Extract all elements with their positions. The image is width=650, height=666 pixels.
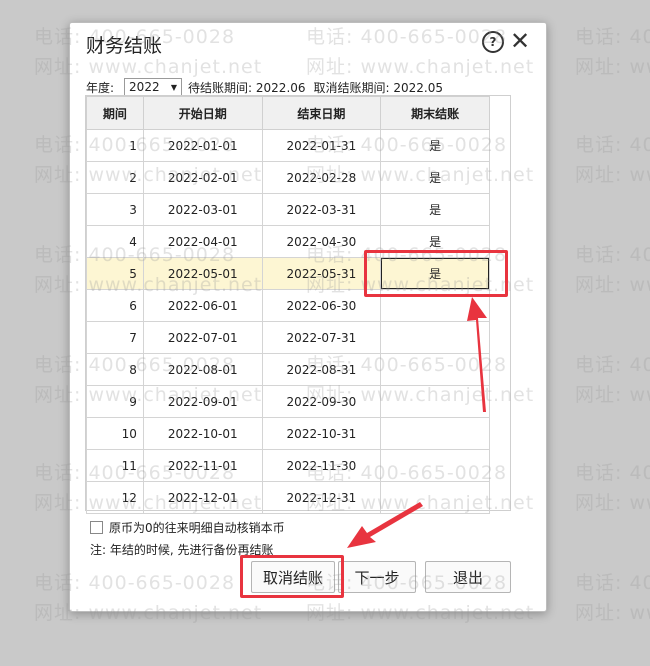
close-icon[interactable]: ✕ [510,27,530,55]
cell-start-date: 2022-03-01 [142,193,263,226]
table-row[interactable]: 1 2022-01-01 2022-01-31 是 [86,129,490,162]
cancel-period-text: 取消结账期间: 2022.05 [313,80,444,95]
cell-closed: 是 [380,161,490,194]
cell-start-date: 2022-08-01 [142,353,263,386]
year-label: 年度: [86,80,115,95]
cell-start-date: 2022-01-01 [142,129,263,162]
cell-closed [380,449,490,482]
annotation-highlight-closed-cell [364,250,508,297]
year-value: 2022 [129,80,160,94]
exit-button[interactable]: 退出 [425,561,511,593]
cell-start-date: 2022-04-01 [142,225,263,258]
cell-end-date: 2022-11-30 [261,449,382,482]
auto-writeoff-label: 原币为0的往来明细自动核销本币 [109,521,285,535]
cell-end-date: 2022-02-28 [261,161,382,194]
cell-start-date: 2022-09-01 [142,385,263,418]
header-end-date: 结束日期 [261,96,382,130]
watermark-phone: 电话: 400-665-0028 [575,354,650,376]
watermark-site: 网址: www.chanjet.net [575,384,650,406]
cell-closed [380,321,490,354]
cell-period: 2 [86,161,144,194]
watermark-phone: 电话: 400-665-0028 [575,462,650,484]
table-row[interactable]: 7 2022-07-01 2022-07-31 [86,321,490,354]
table-row[interactable]: 12 2022-12-01 2022-12-31 [86,481,490,514]
cell-period: 4 [86,225,144,258]
cell-closed [380,353,490,386]
auto-writeoff-option[interactable]: 原币为0的往来明细自动核销本币 [90,519,285,536]
cell-end-date: 2022-01-31 [261,129,382,162]
cell-end-date: 2022-09-30 [261,385,382,418]
cell-end-date: 2022-07-31 [261,321,382,354]
cell-period: 8 [86,353,144,386]
table-row[interactable]: 2 2022-02-01 2022-02-28 是 [86,161,490,194]
header-start-date: 开始日期 [142,96,263,130]
cell-end-date: 2022-05-31 [261,257,382,290]
cell-end-date: 2022-08-31 [261,353,382,386]
cell-closed [380,417,490,450]
cell-end-date: 2022-12-31 [261,481,382,514]
cell-start-date: 2022-02-01 [142,161,263,194]
cell-period: 9 [86,385,144,418]
table-row[interactable]: 11 2022-11-01 2022-11-30 [86,449,490,482]
cell-closed [380,385,490,418]
cell-start-date: 2022-12-01 [142,481,263,514]
help-icon[interactable]: ? [482,31,504,53]
cell-period: 3 [86,193,144,226]
cell-closed [380,481,490,514]
table-header-row: 期间 开始日期 结束日期 期末结账 [86,96,490,130]
year-select[interactable]: 2022 ▼ [124,78,183,96]
cell-period: 7 [86,321,144,354]
table-row[interactable]: 8 2022-08-01 2022-08-31 [86,353,490,386]
cell-period: 5 [86,257,144,290]
period-table-container: 期间 开始日期 结束日期 期末结账 1 2022-01-01 2022-01-3… [85,95,511,514]
header-period: 期间 [86,96,144,130]
watermark-site: 网址: www.chanjet.net [575,164,650,186]
cell-start-date: 2022-07-01 [142,321,263,354]
cell-period: 10 [86,417,144,450]
auto-writeoff-checkbox[interactable] [90,521,103,534]
cell-start-date: 2022-06-01 [142,289,263,322]
cell-end-date: 2022-04-30 [261,225,382,258]
cell-period: 12 [86,481,144,514]
dropdown-arrow-icon: ▼ [170,82,178,92]
next-button[interactable]: 下一步 [338,561,416,593]
watermark-phone: 电话: 400-665-0028 [575,26,650,48]
watermark-site: 网址: www.chanjet.net [575,274,650,296]
watermark-site: 网址: www.chanjet.net [575,602,650,624]
cell-closed: 是 [380,129,490,162]
watermark-phone: 电话: 400-665-0028 [575,134,650,156]
table-row[interactable]: 3 2022-03-01 2022-03-31 是 [86,193,490,226]
watermark-phone: 电话: 400-665-0028 [575,244,650,266]
cell-closed: 是 [380,193,490,226]
watermark-phone: 电话: 400-665-0028 [575,572,650,594]
cell-period: 1 [86,129,144,162]
watermark-site: 网址: www.chanjet.net [575,56,650,78]
cell-end-date: 2022-10-31 [261,417,382,450]
cell-start-date: 2022-10-01 [142,417,263,450]
cell-end-date: 2022-06-30 [261,289,382,322]
cell-period: 6 [86,289,144,322]
pending-period-text: 待结账期间: 2022.06 [188,80,306,95]
annotation-highlight-cancel-button [240,555,344,598]
period-close-dialog: 财务结账 ? ✕ 年度: 2022 ▼ 待结账期间: 2022.06 取消结账期… [69,22,547,612]
cell-end-date: 2022-03-31 [261,193,382,226]
cell-start-date: 2022-11-01 [142,449,263,482]
cell-period: 11 [86,449,144,482]
table-row[interactable]: 10 2022-10-01 2022-10-31 [86,417,490,450]
watermark-site: 网址: www.chanjet.net [575,492,650,514]
cell-start-date: 2022-05-01 [142,257,263,290]
table-row[interactable]: 9 2022-09-01 2022-09-30 [86,385,490,418]
period-table: 期间 开始日期 结束日期 期末结账 1 2022-01-01 2022-01-3… [86,96,490,514]
header-closed: 期末结账 [380,96,490,130]
dialog-title: 财务结账 [86,35,163,57]
